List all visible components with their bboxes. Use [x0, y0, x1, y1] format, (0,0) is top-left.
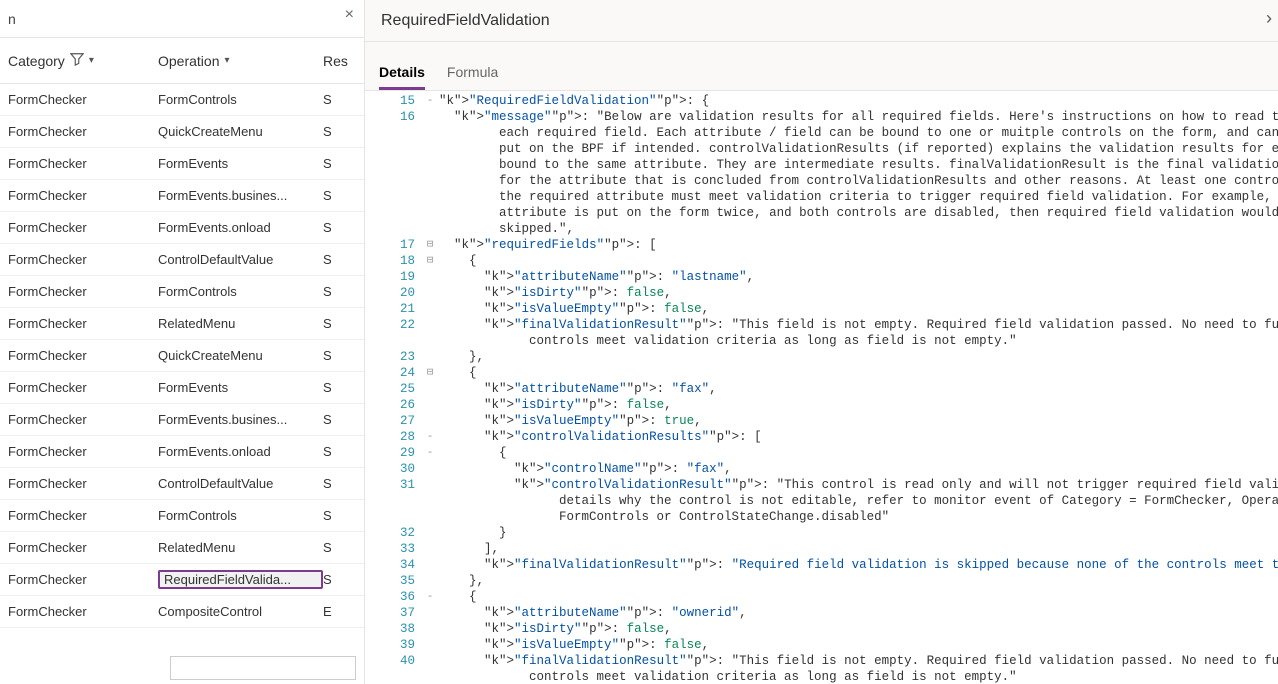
column-header-result-label: Res: [323, 53, 348, 69]
table-row[interactable]: FormCheckerFormControlsS: [0, 500, 364, 532]
cell-category: FormChecker: [0, 540, 158, 555]
cell-category: FormChecker: [0, 92, 158, 107]
cell-result: S: [323, 444, 364, 459]
cell-category: FormChecker: [0, 284, 158, 299]
cell-category: FormChecker: [0, 156, 158, 171]
cell-operation: FormEvents.busines...: [158, 412, 323, 427]
cell-result: S: [323, 188, 364, 203]
chevron-right-icon[interactable]: ›: [1266, 8, 1272, 29]
tab-formula[interactable]: Formula: [447, 64, 498, 90]
search-input[interactable]: [170, 656, 356, 680]
table-row[interactable]: FormCheckerFormEvents.onloadS: [0, 436, 364, 468]
cell-category: FormChecker: [0, 316, 158, 331]
chevron-down-icon[interactable]: ▾: [224, 55, 229, 66]
tab-details-label: Details: [379, 64, 425, 80]
filter-icon[interactable]: [70, 52, 84, 69]
table-row[interactable]: FormCheckerFormEvents.onloadS: [0, 212, 364, 244]
table-row[interactable]: FormCheckerCompositeControlE: [0, 628, 364, 636]
tab-formula-label: Formula: [447, 64, 498, 80]
cell-category: FormChecker: [0, 188, 158, 203]
table-row[interactable]: FormCheckerFormEvents.busines...S: [0, 404, 364, 436]
cell-operation: ControlDefaultValue: [158, 476, 323, 491]
cell-operation: ControlDefaultValue: [158, 252, 323, 267]
cell-operation: RelatedMenu: [158, 316, 323, 331]
table-row[interactable]: FormCheckerQuickCreateMenuS: [0, 116, 364, 148]
column-header-result[interactable]: Res: [323, 53, 364, 69]
tab-bar: Details Formula: [365, 42, 1278, 91]
table-row[interactable]: FormCheckerRelatedMenuS: [0, 532, 364, 564]
cell-operation: FormEvents: [158, 156, 323, 171]
cell-category: FormChecker: [0, 124, 158, 139]
cell-result: S: [323, 92, 364, 107]
cell-operation: FormEvents: [158, 380, 323, 395]
column-header-category[interactable]: Category ▾: [0, 52, 158, 69]
cell-result: S: [323, 412, 364, 427]
code-body[interactable]: "k">"RequiredFieldValidation""p">: { "k"…: [439, 91, 1278, 684]
right-panel: RequiredFieldValidation › Details Formul…: [365, 0, 1278, 684]
chevron-down-icon[interactable]: ▾: [89, 55, 94, 66]
cell-category: FormChecker: [0, 604, 158, 619]
cell-category: FormChecker: [0, 444, 158, 459]
cell-operation: FormControls: [158, 92, 323, 107]
cell-operation: FormControls: [158, 284, 323, 299]
cell-operation: RequiredFieldValida...: [158, 570, 323, 589]
cell-category: FormChecker: [0, 348, 158, 363]
table-row[interactable]: FormCheckerFormControlsS: [0, 84, 364, 116]
cell-operation: QuickCreateMenu: [158, 348, 323, 363]
cell-category: FormChecker: [0, 476, 158, 491]
cell-category: FormChecker: [0, 412, 158, 427]
cell-result: S: [323, 380, 364, 395]
table-row[interactable]: FormCheckerFormControlsS: [0, 276, 364, 308]
cell-operation: FormEvents.busines...: [158, 188, 323, 203]
cell-result: S: [323, 508, 364, 523]
table-row[interactable]: FormCheckerCompositeControlE: [0, 596, 364, 628]
column-header-operation[interactable]: Operation ▾: [158, 53, 323, 69]
table-row[interactable]: FormCheckerControlDefaultValueS: [0, 468, 364, 500]
tab-details[interactable]: Details: [379, 64, 425, 90]
cell-category: FormChecker: [0, 572, 158, 587]
rows-list[interactable]: FormCheckerFormControlsSFormCheckerQuick…: [0, 84, 364, 636]
table-row[interactable]: FormCheckerFormEvents.busines...S: [0, 180, 364, 212]
horizontal-scrollbar[interactable]: [0, 636, 364, 652]
cell-result: S: [323, 348, 364, 363]
cell-operation: FormControls: [158, 508, 323, 523]
cell-result: S: [323, 284, 364, 299]
cell-operation: FormEvents.onload: [158, 220, 323, 235]
cell-result: S: [323, 156, 364, 171]
cell-result: S: [323, 252, 364, 267]
left-panel: n × Category ▾ Operation ▾ Res FormCheck…: [0, 0, 365, 684]
code-viewer[interactable]: 1516171819202122232425262728293031323334…: [365, 91, 1278, 684]
table-row[interactable]: FormCheckerRequiredFieldValida...S: [0, 564, 364, 596]
cell-operation: QuickCreateMenu: [158, 124, 323, 139]
cell-result: S: [323, 476, 364, 491]
column-headers: Category ▾ Operation ▾ Res: [0, 38, 364, 84]
cell-operation: RelatedMenu: [158, 540, 323, 555]
cell-operation: CompositeControl: [158, 604, 323, 619]
left-header-title: n: [8, 11, 16, 27]
cell-category: FormChecker: [0, 220, 158, 235]
cell-category: FormChecker: [0, 380, 158, 395]
fold-gutter[interactable]: -⊟⊟⊟---: [421, 91, 439, 684]
cell-result: S: [323, 220, 364, 235]
column-header-category-label: Category: [8, 53, 65, 69]
close-icon[interactable]: ×: [345, 6, 354, 24]
line-number-gutter: 1516171819202122232425262728293031323334…: [365, 91, 421, 684]
right-title-bar: RequiredFieldValidation ›: [365, 0, 1278, 42]
cell-result: E: [323, 604, 364, 619]
column-header-operation-label: Operation: [158, 53, 219, 69]
cell-result: S: [323, 124, 364, 139]
table-row[interactable]: FormCheckerControlDefaultValueS: [0, 244, 364, 276]
page-title: RequiredFieldValidation: [381, 12, 550, 30]
table-row[interactable]: FormCheckerRelatedMenuS: [0, 308, 364, 340]
left-header: n ×: [0, 0, 364, 38]
cell-result: S: [323, 316, 364, 331]
cell-category: FormChecker: [0, 252, 158, 267]
cell-result: S: [323, 540, 364, 555]
table-row[interactable]: FormCheckerFormEventsS: [0, 372, 364, 404]
cell-operation: FormEvents.onload: [158, 444, 323, 459]
cell-category: FormChecker: [0, 508, 158, 523]
table-row[interactable]: FormCheckerQuickCreateMenuS: [0, 340, 364, 372]
cell-result: S: [323, 572, 364, 587]
table-row[interactable]: FormCheckerFormEventsS: [0, 148, 364, 180]
